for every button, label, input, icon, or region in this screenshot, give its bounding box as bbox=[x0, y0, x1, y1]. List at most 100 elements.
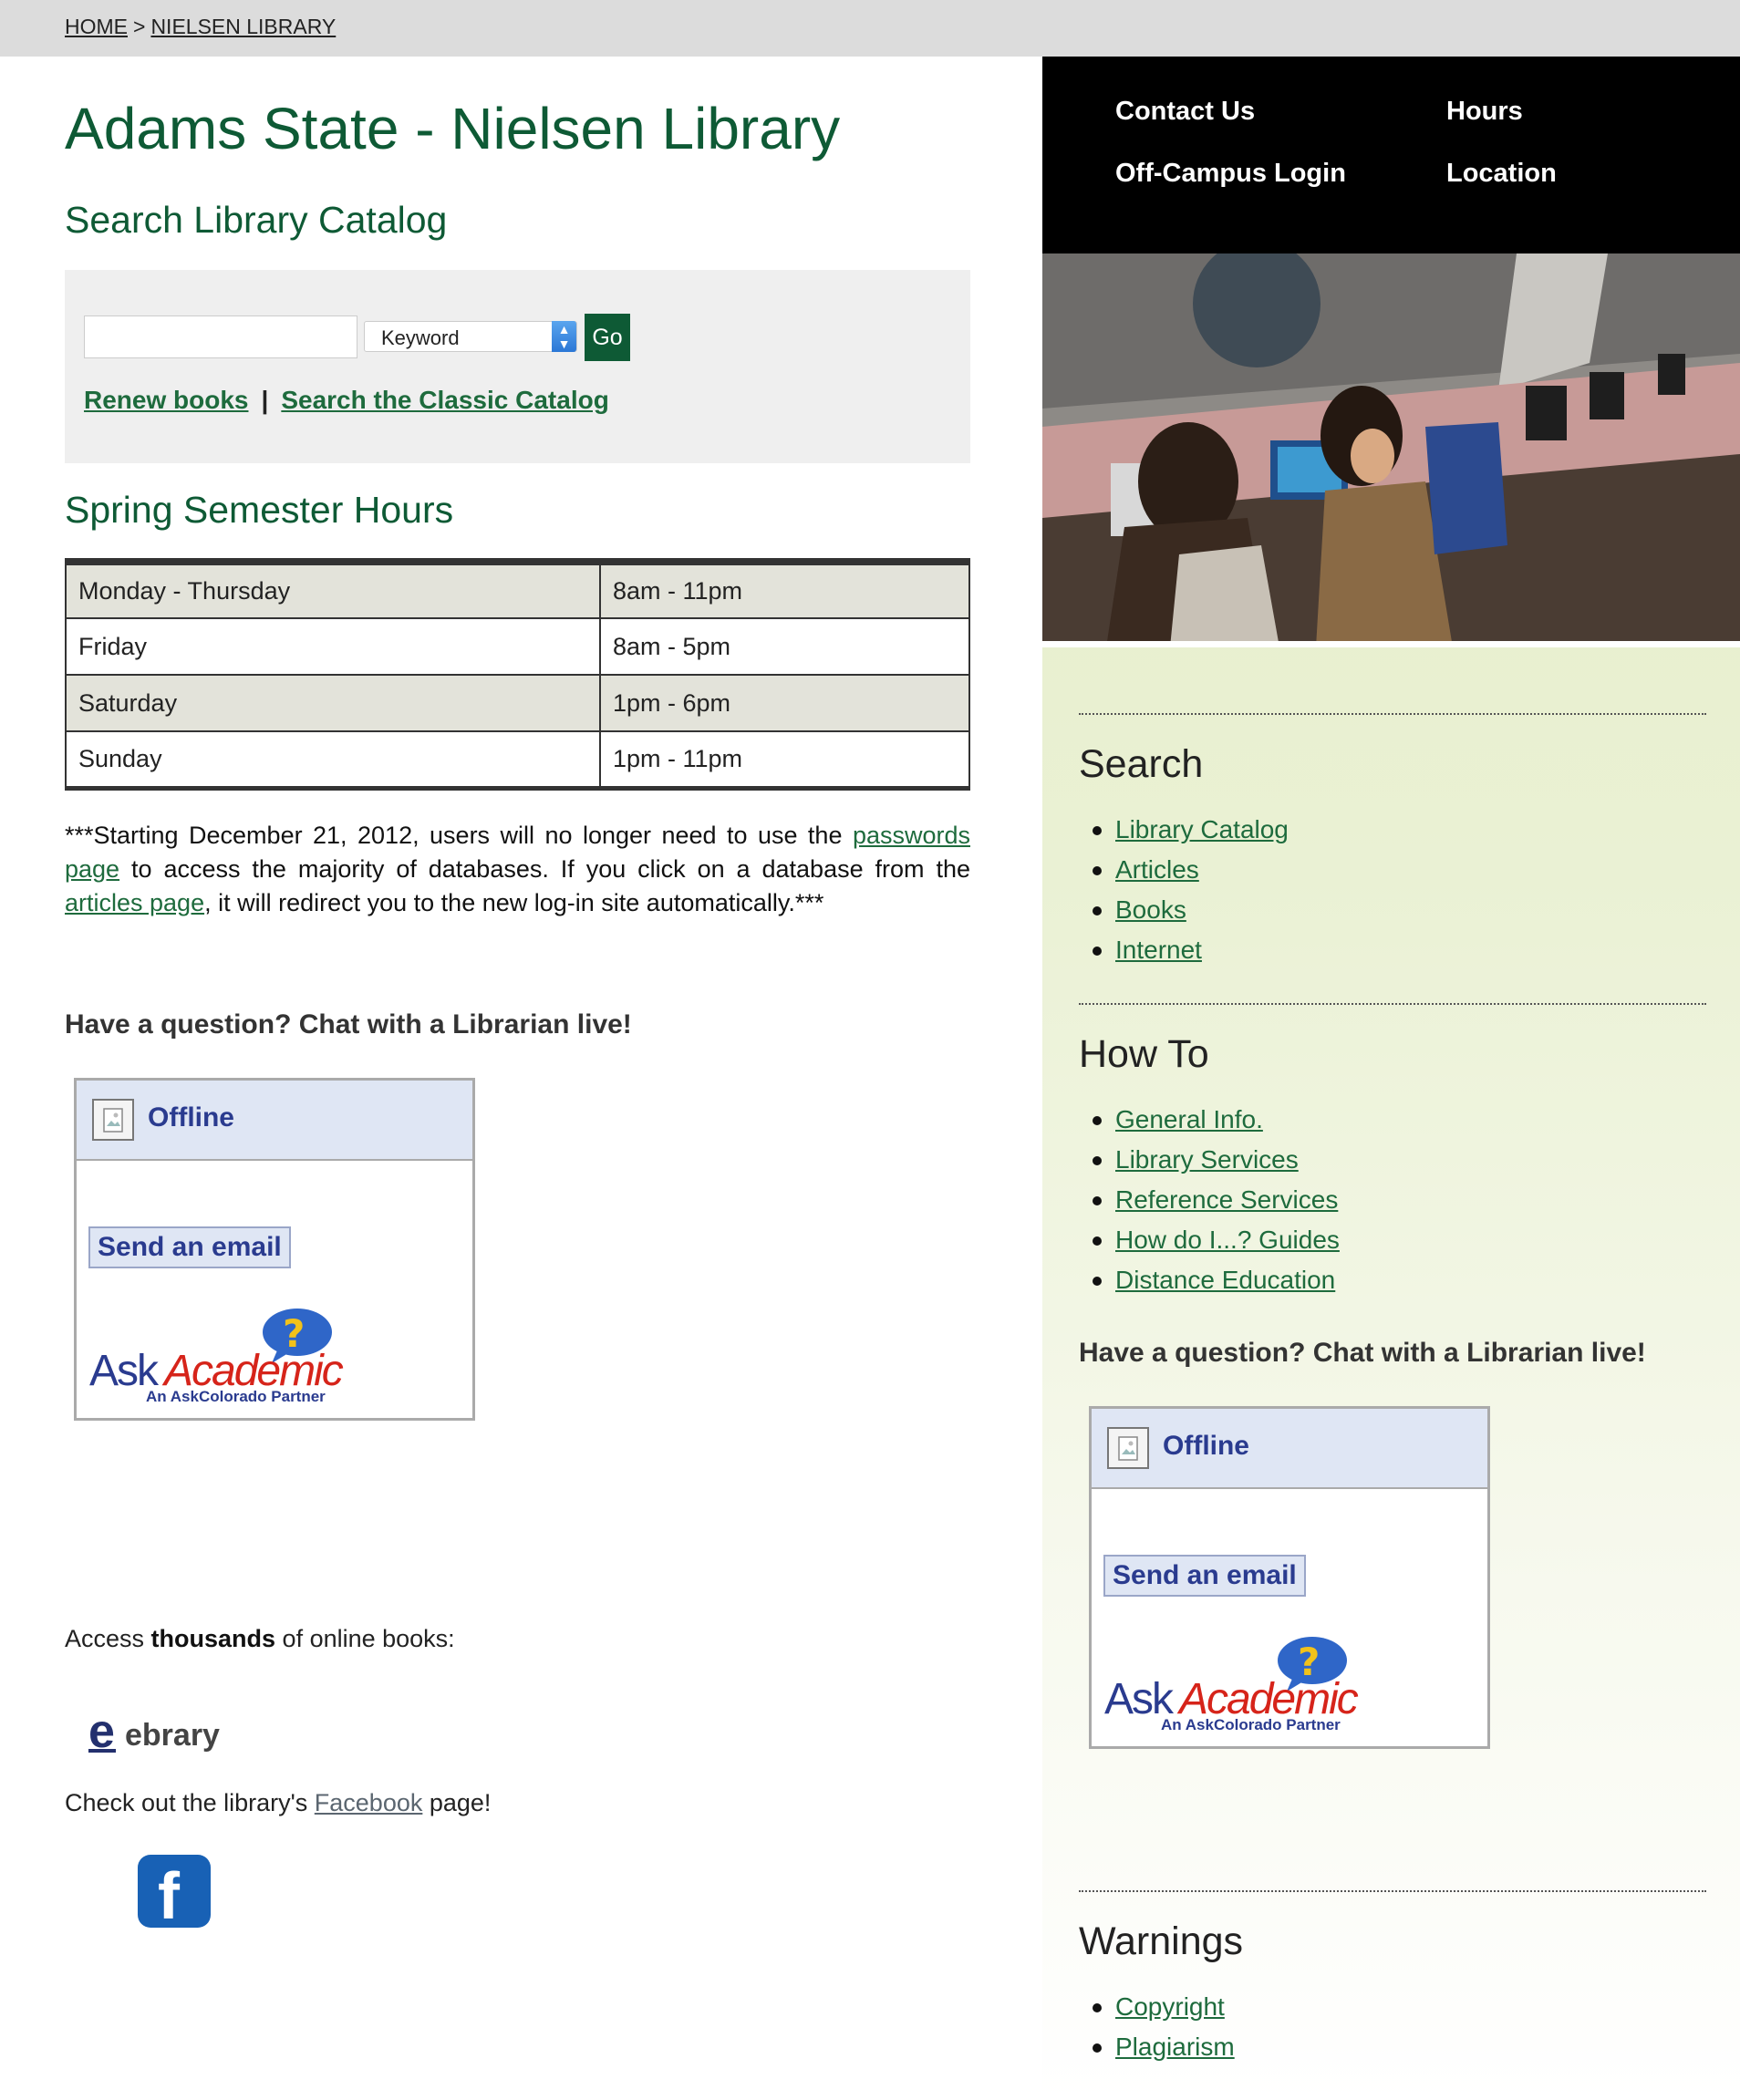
search-type-selected-value: Keyword bbox=[381, 326, 460, 349]
sidebar-warnings-heading: Warnings bbox=[1079, 1919, 1244, 1963]
sidebar-link-reference-services[interactable]: Reference Services bbox=[1115, 1185, 1338, 1214]
ebrary-e-glyph: e bbox=[88, 1707, 115, 1756]
facebook-text: Check out the library's Facebook page! bbox=[65, 1789, 491, 1817]
sidebar-howto-links: General Info. Library Services Reference… bbox=[1079, 1100, 1340, 1300]
nav-hours[interactable]: Hours bbox=[1446, 97, 1523, 127]
askacademic-logo[interactable]: ? Ask Academic An AskColorado Partner bbox=[89, 1303, 354, 1403]
sidebar-link-copyright[interactable]: Copyright bbox=[1115, 1992, 1225, 2021]
sidebar-link-books[interactable]: Books bbox=[1115, 895, 1186, 924]
sidebar: Contact Us Hours Off-Campus Login Locati… bbox=[1042, 57, 1740, 2100]
chat-widget-header: Offline bbox=[77, 1081, 472, 1161]
facebook-link[interactable]: Facebook bbox=[315, 1789, 423, 1816]
chat-heading: Have a question? Chat with a Librarian l… bbox=[65, 1009, 632, 1040]
facebook-text-end: page! bbox=[422, 1789, 492, 1816]
breadcrumb: HOME > NIELSEN LIBRARY bbox=[65, 15, 336, 39]
chat-status: Offline bbox=[1163, 1431, 1249, 1461]
catalog-search-input[interactable] bbox=[84, 316, 357, 358]
hours-day: Friday bbox=[65, 617, 601, 676]
access-text: of online books: bbox=[275, 1625, 455, 1652]
search-type-select[interactable]: Keyword ▲ ▼ bbox=[364, 321, 577, 352]
askacademic-logo[interactable]: ? Ask Academic An AskColorado Partner bbox=[1104, 1631, 1369, 1732]
hours-day: Monday - Thursday bbox=[65, 561, 601, 619]
table-row: Friday 8am - 5pm bbox=[65, 617, 970, 676]
hours-time: 1pm - 6pm bbox=[599, 674, 970, 732]
list-item: Copyright bbox=[1079, 1987, 1235, 2027]
renew-books-link[interactable]: Renew books bbox=[84, 386, 248, 414]
sidebar-howto-heading: How To bbox=[1079, 1032, 1209, 1076]
nav-contact-us[interactable]: Contact Us bbox=[1115, 97, 1255, 127]
broken-image-icon bbox=[1107, 1427, 1149, 1469]
hours-heading: Spring Semester Hours bbox=[65, 489, 454, 531]
list-item: Plagiarism bbox=[1079, 2027, 1235, 2067]
chat-widget: Offline Send an email ? Ask Academic An … bbox=[74, 1078, 475, 1421]
hours-day: Saturday bbox=[65, 674, 601, 732]
breadcrumb-current-link[interactable]: NIELSEN LIBRARY bbox=[150, 15, 336, 38]
catalog-search-panel: Keyword ▲ ▼ Go Renew books | Search the Cla… bbox=[65, 270, 970, 463]
chat-status: Offline bbox=[148, 1102, 234, 1133]
select-arrows-icon: ▲ ▼ bbox=[552, 321, 576, 352]
sidebar-link-general-info[interactable]: General Info. bbox=[1115, 1105, 1263, 1133]
logo-tagline: An AskColorado Partner bbox=[146, 1388, 326, 1403]
nav-off-campus-login[interactable]: Off-Campus Login bbox=[1115, 159, 1346, 189]
hours-day: Sunday bbox=[65, 730, 601, 789]
notice-text: , it will redirect you to the new log-in… bbox=[204, 889, 824, 916]
list-item: Books bbox=[1079, 890, 1289, 930]
chat-widget-header: Offline bbox=[1092, 1409, 1487, 1489]
search-links: Renew books | Search the Classic Catalog bbox=[84, 386, 609, 415]
sidebar-chat-widget: Offline Send an email ? Ask Academic An … bbox=[1089, 1406, 1490, 1749]
database-login-notice: ***Starting December 21, 2012, users wil… bbox=[65, 819, 970, 920]
sidebar-link-library-services[interactable]: Library Services bbox=[1115, 1145, 1299, 1174]
online-books-text: Access thousands of online books: bbox=[65, 1625, 455, 1653]
notice-text: ***Starting December 21, 2012, users wil… bbox=[65, 822, 853, 849]
notice-text: to access the majority of databases. If … bbox=[119, 855, 970, 883]
hours-table: Monday - Thursday 8am - 11pm Friday 8am … bbox=[65, 558, 970, 791]
sidebar-search-links: Library Catalog Articles Books Internet bbox=[1079, 810, 1289, 970]
facebook-glyph: f bbox=[158, 1860, 181, 1928]
breadcrumb-separator: > bbox=[133, 15, 146, 38]
table-row: Saturday 1pm - 6pm bbox=[65, 674, 970, 732]
sidebar-link-internet[interactable]: Internet bbox=[1115, 936, 1202, 964]
sidebar-link-plagiarism[interactable]: Plagiarism bbox=[1115, 2033, 1235, 2061]
access-bold-text: thousands bbox=[150, 1625, 276, 1652]
top-nav: Contact Us Hours Off-Campus Login Locati… bbox=[1042, 57, 1740, 253]
list-item: Internet bbox=[1079, 930, 1289, 970]
sidebar-link-articles[interactable]: Articles bbox=[1115, 855, 1199, 884]
list-item: Library Services bbox=[1079, 1140, 1340, 1180]
broken-image-icon bbox=[92, 1099, 134, 1141]
list-item: Reference Services bbox=[1079, 1180, 1340, 1220]
nav-location[interactable]: Location bbox=[1446, 159, 1557, 189]
table-row: Monday - Thursday 8am - 11pm bbox=[65, 561, 970, 619]
classic-catalog-link[interactable]: Search the Classic Catalog bbox=[281, 386, 608, 414]
list-item: Library Catalog bbox=[1079, 810, 1289, 850]
send-email-button[interactable]: Send an email bbox=[88, 1226, 291, 1268]
sidebar-search-heading: Search bbox=[1079, 742, 1204, 786]
ebrary-wordmark: ebrary bbox=[125, 1718, 220, 1753]
ebrary-logo[interactable]: e ebrary bbox=[88, 1707, 253, 1756]
sidebar-warnings-links: Copyright Plagiarism bbox=[1079, 1987, 1235, 2067]
go-button[interactable]: Go bbox=[585, 314, 630, 361]
list-item: How do I...? Guides bbox=[1079, 1220, 1340, 1260]
articles-page-link[interactable]: articles page bbox=[65, 889, 204, 916]
table-row: Sunday 1pm - 11pm bbox=[65, 730, 970, 789]
send-email-button[interactable]: Send an email bbox=[1103, 1555, 1306, 1597]
library-computer-lab-photo bbox=[1042, 253, 1740, 647]
access-text: Access bbox=[65, 1625, 151, 1652]
hours-time: 8am - 5pm bbox=[599, 617, 970, 676]
facebook-icon[interactable]: f bbox=[138, 1855, 211, 1933]
sidebar-chat-heading: Have a question? Chat with a Librarian l… bbox=[1079, 1338, 1646, 1368]
divider bbox=[1079, 713, 1706, 715]
sidebar-link-how-do-i-guides[interactable]: How do I...? Guides bbox=[1115, 1226, 1340, 1254]
list-item: General Info. bbox=[1079, 1100, 1340, 1140]
sidebar-link-distance-education[interactable]: Distance Education bbox=[1115, 1266, 1335, 1294]
hours-time: 8am - 11pm bbox=[599, 561, 970, 619]
facebook-text-start: Check out the library's bbox=[65, 1789, 315, 1816]
logo-tagline: An AskColorado Partner bbox=[1161, 1716, 1341, 1732]
link-divider: | bbox=[261, 386, 269, 414]
breadcrumb-home-link[interactable]: HOME bbox=[65, 15, 128, 38]
divider bbox=[1079, 1003, 1706, 1005]
hours-time: 1pm - 11pm bbox=[599, 730, 970, 789]
search-catalog-heading: Search Library Catalog bbox=[65, 199, 448, 241]
list-item: Articles bbox=[1079, 850, 1289, 890]
sidebar-link-library-catalog[interactable]: Library Catalog bbox=[1115, 815, 1289, 843]
list-item: Distance Education bbox=[1079, 1260, 1340, 1300]
